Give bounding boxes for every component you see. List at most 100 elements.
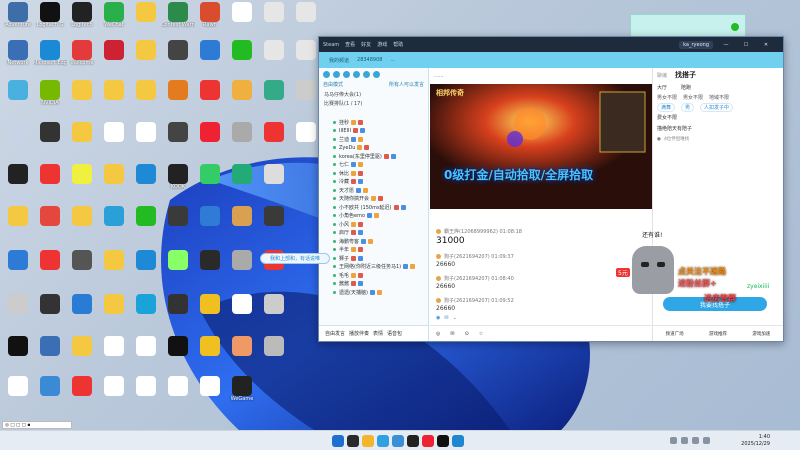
user-row[interactable]: 小不欧共 (150ms延迟) [319,203,428,212]
desktop-shortcut[interactable] [34,376,66,412]
taskbar-app-icon[interactable] [347,435,359,447]
desktop-shortcut[interactable] [66,376,98,412]
desktop-shortcut[interactable] [290,2,322,38]
channel-tab[interactable]: 我的频道 [329,57,349,64]
tag-pill-2[interactable]: 男 [681,102,695,112]
group-header-1[interactable]: 马马仔俸大会(1) [319,90,428,99]
menu-view[interactable]: 查看 [345,41,355,48]
desktop-shortcut[interactable] [34,336,66,372]
desktop-shortcut[interactable] [194,122,226,158]
tray-icon-2[interactable] [681,437,688,444]
free-speak-button[interactable]: 自由发言 [325,330,345,337]
desktop-shortcut[interactable] [130,206,162,242]
taskbar-app-icon[interactable] [422,435,434,447]
desktop-shortcut[interactable] [2,294,34,330]
desktop-shortcut[interactable] [130,294,162,330]
desktop-shortcut[interactable] [258,336,290,372]
group-header-2[interactable]: 比赛排队(1 / 17) [319,99,428,108]
mini-dialog[interactable]: ◎ □ □ □ ▪ [2,421,72,429]
desktop-shortcut[interactable] [2,122,34,158]
desktop-shortcut[interactable]: WeGame [226,376,258,412]
desktop-shortcut[interactable] [162,336,194,372]
account-field[interactable]: ka_ryeong [679,40,713,49]
desktop-shortcut[interactable] [258,294,290,330]
game-accel-link[interactable]: 游戏加速 [752,331,770,337]
expand-icon[interactable]: ⌄ [453,315,457,321]
desktop-shortcut[interactable] [258,40,290,76]
desktop-shortcut[interactable] [130,122,162,158]
desktop-shortcut[interactable] [66,250,98,286]
desktop-shortcut[interactable]: Logitech G [34,2,66,38]
chat-icon[interactable] [333,70,340,78]
desktop-shortcut[interactable] [98,164,130,200]
desktop-shortcut[interactable] [98,376,130,412]
desktop-shortcut[interactable] [226,206,258,242]
taskbar-app-icon[interactable] [362,435,374,447]
start-menu-icon[interactable] [332,435,344,447]
message-icon[interactable]: ✉ [450,331,454,337]
desktop-shortcut[interactable] [258,80,290,116]
desktop-shortcut[interactable] [194,206,226,242]
desktop-shortcut[interactable] [98,250,130,286]
desktop-shortcut[interactable]: Welcome [66,40,98,76]
search-icon[interactable] [373,70,380,78]
desktop-shortcut[interactable] [258,2,290,38]
music-icon[interactable] [363,70,370,78]
desktop-shortcut[interactable] [98,122,130,158]
taskbar-app-icon[interactable] [392,435,404,447]
desktop-shortcut[interactable] [2,376,34,412]
user-row[interactable]: korea(东里停里驱) [319,152,428,161]
desktop-shortcut[interactable] [162,376,194,412]
desktop-shortcut[interactable] [226,294,258,330]
desktop-shortcut[interactable] [162,122,194,158]
desktop-shortcut[interactable] [34,294,66,330]
menu-steam[interactable]: Steam [323,42,339,48]
desktop-shortcut[interactable] [258,206,290,242]
user-row[interactable]: 遗遗(天捕脑) [319,288,428,297]
desktop-shortcut[interactable] [98,40,130,76]
channel-square-link[interactable]: 频道广场 [666,331,684,337]
tag-pill-3[interactable]: 人扣发子中 [700,102,734,112]
tray-icon-3[interactable] [692,437,699,444]
desktop-shortcut[interactable] [34,122,66,158]
desktop-shortcut[interactable] [98,80,130,116]
user-row[interactable]: 天才愿 [319,186,428,195]
desktop-shortcut[interactable] [258,122,290,158]
menu-friends[interactable]: 好友 [361,41,371,48]
desktop-shortcut[interactable] [162,40,194,76]
desktop-shortcut[interactable]: Logitech [66,2,98,38]
desktop-shortcut[interactable] [34,206,66,242]
emoji-button[interactable]: 表情 [373,330,383,337]
user-row[interactable]: 冷藏 [319,178,428,187]
desktop-shortcut[interactable] [194,294,226,330]
tray-icon-1[interactable] [670,437,677,444]
user-row[interactable]: 毛毛 [319,271,428,280]
home-icon[interactable] [323,70,330,78]
user-row[interactable]: 海鹏粤客 [319,237,428,246]
menu-games[interactable]: 游戏 [377,41,387,48]
desktop-shortcut[interactable] [66,122,98,158]
user-row[interactable]: 休比 [319,169,428,178]
filter-gender-2[interactable]: 男女不限 [683,94,703,101]
desktop-shortcut[interactable]: NVIDIA [34,80,66,116]
settings-icon[interactable]: ⊙ [465,331,469,337]
desktop-shortcut[interactable] [162,250,194,286]
desktop-shortcut[interactable] [98,336,130,372]
tab-escort[interactable]: 陪跑 [681,84,691,91]
desktop-shortcut[interactable] [2,336,34,372]
voice-pack-button[interactable]: 语音包 [387,330,402,337]
desktop-shortcut[interactable] [226,164,258,200]
desktop-shortcut[interactable] [162,80,194,116]
emoji-icon[interactable]: ◎ [436,331,440,337]
stream-video[interactable]: 相邦传奇 0级打金/自动拾取/全屏拾取 [430,84,652,209]
close-button[interactable]: ✕ [759,42,773,48]
desktop-shortcut[interactable] [162,294,194,330]
game-recommend-link[interactable]: 游戏推荐 [709,331,727,337]
user-row[interactable]: 天随你搞开会 [319,195,428,204]
gift-icon[interactable] [353,70,360,78]
user-row[interactable]: 小角色emo [319,212,428,221]
desktop-shortcut[interactable] [34,250,66,286]
desktop-shortcut[interactable] [226,250,258,286]
desktop-shortcut[interactable]: WeChat [98,2,130,38]
desktop-shortcut[interactable] [130,376,162,412]
